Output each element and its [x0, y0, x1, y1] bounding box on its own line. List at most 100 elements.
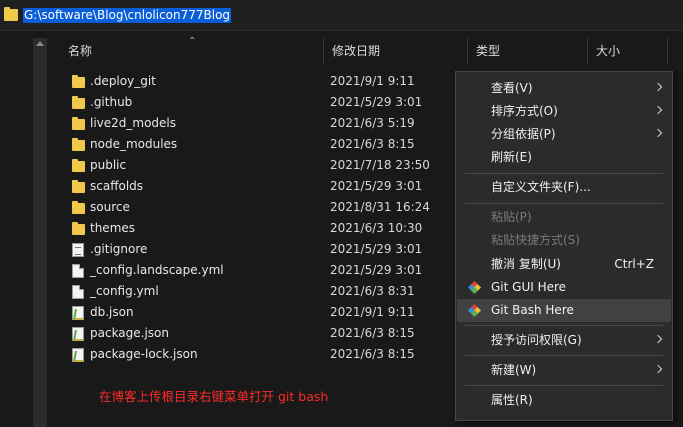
file-name: _config.landscape.yml	[90, 263, 224, 277]
menu-item-properties[interactable]: 属性(R)	[457, 389, 671, 412]
file-name: db.json	[90, 305, 134, 319]
menu-item-customize-folder[interactable]: 自定义文件夹(F)...	[457, 176, 671, 199]
navigation-pane-scrollbar[interactable]	[33, 38, 47, 427]
folder-icon	[72, 159, 85, 172]
file-date: 2021/6/3 8:15	[330, 137, 415, 151]
menu-item-git-bash[interactable]: Git Bash Here	[457, 299, 671, 322]
file-date: 2021/5/29 3:01	[330, 179, 423, 193]
json-file-icon	[72, 306, 84, 320]
column-header: ⌃ 名称 修改日期 类型 大小	[60, 36, 683, 64]
file-icon	[72, 264, 84, 278]
file-name: package-lock.json	[90, 347, 198, 361]
menu-item-new[interactable]: 新建(W)	[457, 359, 671, 382]
menu-item-grant-access[interactable]: 授予访问权限(G)	[457, 329, 671, 352]
column-type-label: 类型	[476, 44, 501, 58]
file-date: 2021/5/29 3:01	[330, 242, 423, 256]
folder-icon	[72, 180, 85, 193]
file-name: package.json	[90, 326, 170, 340]
git-bash-icon	[467, 303, 482, 318]
git-gui-icon	[467, 280, 482, 295]
file-row[interactable]: public 2021/7/18 23:50	[60, 155, 460, 176]
menu-item-paste[interactable]: 粘贴(P)	[457, 206, 671, 229]
json-file-icon	[72, 327, 84, 341]
json-file-icon	[72, 348, 84, 362]
file-date: 2021/6/3 8:15	[330, 326, 415, 340]
menu-item-git-gui[interactable]: Git GUI Here	[457, 276, 671, 299]
menu-item-sort-by[interactable]: 排序方式(O)	[457, 100, 671, 123]
column-name-label: 名称	[68, 44, 93, 58]
file-date: 2021/6/3 5:19	[330, 116, 415, 130]
menu-item-label: 授予访问权限(G)	[491, 333, 582, 347]
file-name: .deploy_git	[90, 74, 156, 88]
file-name: public	[90, 158, 127, 172]
file-name: .gitignore	[90, 242, 148, 256]
menu-item-label: 属性(R)	[491, 393, 533, 407]
chevron-right-icon	[653, 334, 663, 344]
file-row[interactable]: package.json 2021/6/3 8:15	[60, 323, 460, 344]
column-modified[interactable]: 修改日期	[324, 38, 468, 64]
menu-item-view[interactable]: 查看(V)	[457, 77, 671, 100]
file-row[interactable]: .gitignore 2021/5/29 3:01	[60, 239, 460, 260]
menu-item-group-by[interactable]: 分组依据(P)	[457, 123, 671, 146]
chevron-right-icon	[653, 128, 663, 138]
column-size[interactable]: 大小	[588, 38, 668, 64]
menu-separator	[465, 385, 663, 386]
menu-item-shortcut: Ctrl+Z	[614, 257, 654, 271]
file-date: 2021/7/18 23:50	[330, 158, 430, 172]
file-row[interactable]: _config.landscape.yml 2021/5/29 3:01	[60, 260, 460, 281]
file-name: scaffolds	[90, 179, 144, 193]
menu-item-label: 撤消 复制(U)	[491, 257, 561, 271]
menu-separator	[465, 325, 663, 326]
address-bar[interactable]: G:\software\Blog\cnlolicon777Blog	[0, 0, 683, 31]
file-name: _config.yml	[90, 284, 159, 298]
file-row[interactable]: source 2021/8/31 16:24	[60, 197, 460, 218]
column-name[interactable]: 名称	[60, 38, 324, 64]
file-row[interactable]: live2d_models 2021/6/3 5:19	[60, 113, 460, 134]
scroll-up-arrow-icon[interactable]	[36, 41, 44, 46]
menu-item-label: 新建(W)	[491, 363, 537, 377]
folder-icon	[72, 96, 85, 109]
file-name: .github	[90, 95, 133, 109]
menu-item-refresh[interactable]: 刷新(E)	[457, 146, 671, 169]
menu-separator	[465, 173, 663, 174]
file-row[interactable]: .deploy_git 2021/9/1 9:11	[60, 71, 460, 92]
file-row[interactable]: _config.yml 2021/6/3 8:31	[60, 281, 460, 302]
folder-icon	[72, 117, 85, 130]
file-row[interactable]: package-lock.json 2021/6/3 8:15	[60, 344, 460, 365]
file-name: source	[90, 200, 130, 214]
menu-item-label: 粘贴快捷方式(S)	[491, 233, 580, 247]
menu-item-label: 自定义文件夹(F)...	[491, 180, 591, 194]
text-file-icon	[72, 243, 84, 257]
chevron-right-icon	[653, 364, 663, 374]
file-list: .deploy_git 2021/9/1 9:11 .github 2021/5/2…	[60, 71, 460, 365]
file-date: 2021/6/3 10:30	[330, 221, 423, 235]
file-date: 2021/5/29 3:01	[330, 95, 423, 109]
file-date: 2021/5/29 3:01	[330, 263, 423, 277]
menu-item-label: Git Bash Here	[491, 303, 574, 317]
file-row[interactable]: themes 2021/6/3 10:30	[60, 218, 460, 239]
file-name: node_modules	[90, 137, 178, 151]
file-row[interactable]: node_modules 2021/6/3 8:15	[60, 134, 460, 155]
column-type[interactable]: 类型	[468, 38, 588, 64]
file-date: 2021/6/3 8:15	[330, 347, 415, 361]
file-row[interactable]: db.json 2021/9/1 9:11	[60, 302, 460, 323]
menu-item-paste-shortcut[interactable]: 粘贴快捷方式(S)	[457, 229, 671, 252]
column-size-label: 大小	[596, 44, 621, 58]
annotation-text: 在博客上传根目录右键菜单打开 git bash	[99, 389, 329, 404]
chevron-right-icon	[653, 105, 663, 115]
file-row[interactable]: scaffolds 2021/5/29 3:01	[60, 176, 460, 197]
file-row[interactable]: .github 2021/5/29 3:01	[60, 92, 460, 113]
folder-icon	[72, 222, 85, 235]
menu-separator	[465, 355, 663, 356]
menu-item-label: 查看(V)	[491, 81, 533, 95]
file-date: 2021/9/1 9:11	[330, 74, 415, 88]
menu-item-undo-copy[interactable]: 撤消 复制(U) Ctrl+Z	[457, 253, 671, 276]
chevron-right-icon	[653, 82, 663, 92]
file-name: themes	[90, 221, 136, 235]
file-date: 2021/8/31 16:24	[330, 200, 430, 214]
address-path[interactable]: G:\software\Blog\cnlolicon777Blog	[23, 8, 232, 23]
context-menu: 查看(V) 排序方式(O) 分组依据(P) 刷新(E) 自定义文件夹(F)...…	[455, 71, 673, 421]
file-icon	[72, 285, 84, 299]
menu-item-label: 粘贴(P)	[491, 210, 532, 224]
column-modified-label: 修改日期	[332, 44, 381, 58]
